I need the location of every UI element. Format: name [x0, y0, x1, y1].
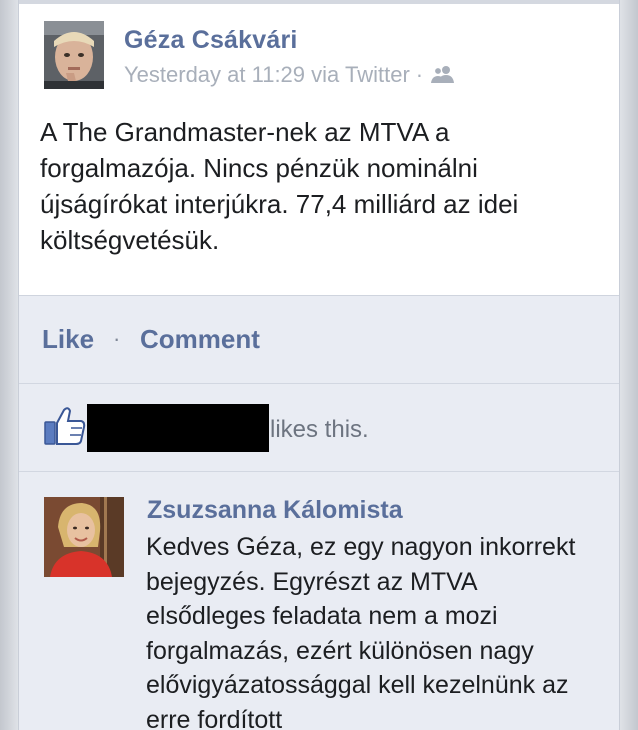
post: Géza Csákvári Yesterday at 11:29 via Twi…: [19, 0, 619, 296]
screen: Géza Csákvári Yesterday at 11:29 via Twi…: [0, 0, 638, 730]
feed-story: Géza Csákvári Yesterday at 11:29 via Twi…: [18, 0, 620, 730]
comment-author-name[interactable]: Zsuzsanna Kálomista: [147, 496, 403, 525]
post-meta: Yesterday at 11:29 via Twitter ·: [124, 62, 455, 89]
likes-summary[interactable]: likes this.: [19, 384, 619, 472]
comment-item: Zsuzsanna Kálomista Kedves Géza, ez egy …: [19, 472, 619, 730]
post-timestamp[interactable]: Yesterday at 11:29 via Twitter: [124, 62, 410, 87]
likes-text: likes this.: [270, 416, 369, 443]
meta-separator: ·: [415, 62, 424, 87]
story-actions: Like · Comment: [19, 296, 619, 384]
comment-author-avatar[interactable]: [44, 497, 124, 577]
post-body: A The Grandmaster-nek az MTVA a forgalma…: [40, 117, 519, 255]
action-separator: ·: [113, 326, 121, 351]
friends-icon: [431, 63, 455, 89]
redacted-name: [87, 404, 269, 452]
post-author-avatar[interactable]: [44, 21, 104, 89]
top-divider: [19, 0, 619, 4]
comment-body: Kedves Géza, ez egy nagyon inkorrekt bej…: [146, 533, 576, 730]
thumbs-up-icon: [44, 406, 86, 446]
comment-button[interactable]: Comment: [140, 324, 260, 355]
like-button[interactable]: Like: [42, 324, 94, 355]
post-author-name[interactable]: Géza Csákvári: [124, 26, 298, 55]
